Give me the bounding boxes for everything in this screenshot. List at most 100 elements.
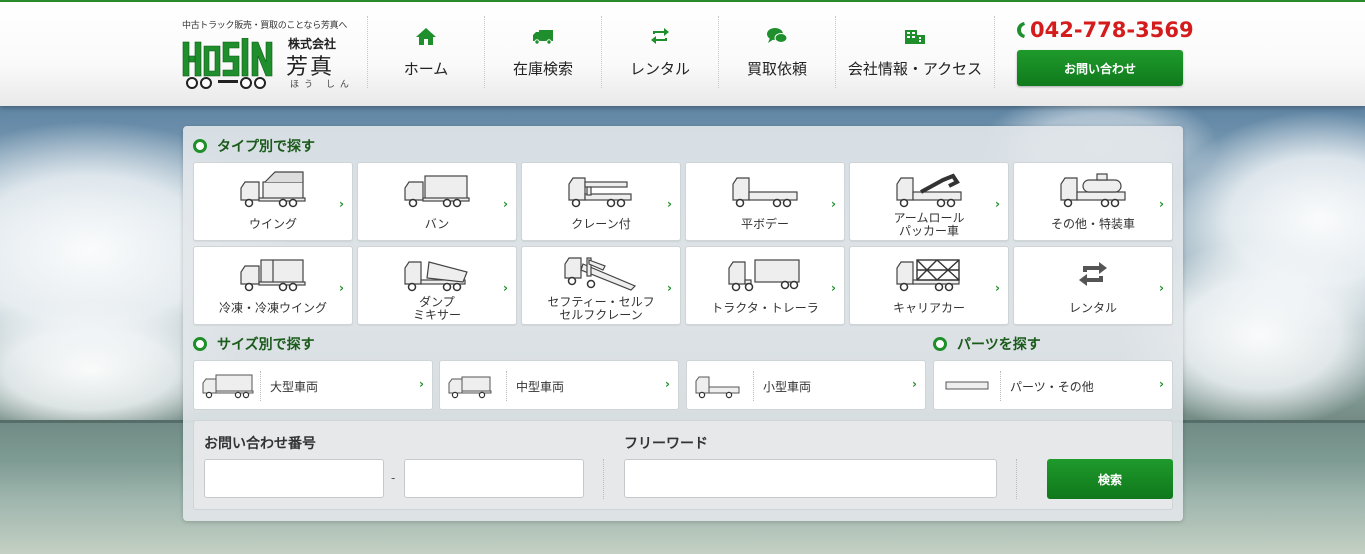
phone-icon	[1017, 22, 1025, 38]
inquiry-number-field-1[interactable]	[204, 459, 384, 498]
flatbed-truck-icon	[732, 177, 798, 208]
nav-home-label: ホーム	[403, 60, 449, 78]
parts-search-title-text: パーツを探す	[957, 337, 1041, 353]
chevron-right-icon: ›	[667, 197, 672, 211]
divider	[1016, 459, 1017, 499]
medium-truck-icon	[448, 376, 492, 399]
van-truck-icon	[404, 175, 470, 208]
divider	[260, 371, 261, 401]
nav-rental-label: レンタル	[629, 60, 690, 78]
chevron-right-icon: ›	[1159, 281, 1164, 295]
divider	[1000, 371, 1001, 401]
crane-truck-icon	[568, 177, 632, 208]
large-truck-icon	[202, 374, 254, 399]
type-tile-van[interactable]: バン ›	[357, 162, 517, 241]
chevron-right-icon: ›	[503, 281, 508, 295]
parts-tile-label: パーツ・その他	[1010, 380, 1094, 394]
company-kana: ほう しん	[290, 80, 354, 90]
chevron-right-icon: ›	[912, 377, 917, 391]
inquiry-separator: -	[391, 471, 396, 485]
type-tile-crane[interactable]: クレーン付 ›	[521, 162, 681, 241]
nav-stock-search-label: 在庫検索	[512, 60, 573, 78]
type-tile-label: ウイング	[248, 217, 297, 231]
chevron-right-icon: ›	[1159, 197, 1164, 211]
type-tile-wing[interactable]: ウイング ›	[193, 162, 353, 241]
search-panel: タイプ別で探す ウイング › バン › クレーン付 › 平ボデー › アームロー…	[183, 126, 1183, 521]
type-tile-label-line2: ミキサー	[412, 308, 461, 322]
type-tile-label: レンタル	[1068, 301, 1117, 315]
type-tile-label-line2: パッカー車	[898, 224, 959, 238]
chevron-right-icon: ›	[419, 377, 424, 391]
parts-search-title: パーツを探す	[933, 334, 1041, 354]
freeword-input[interactable]	[624, 459, 997, 498]
chevron-right-icon: ›	[995, 281, 1000, 295]
type-tile-safety-loader[interactable]: セフティー・セルフ セルフクレーン ›	[521, 246, 681, 325]
type-tile-label: トラクタ・トレーラ	[711, 301, 819, 315]
type-tile-flatbed[interactable]: 平ボデー ›	[685, 162, 845, 241]
size-tile-label: 小型車両	[763, 380, 812, 394]
contact-button[interactable]: お問い合わせ	[1017, 50, 1183, 86]
nav-rental[interactable]: レンタル	[601, 16, 718, 88]
phone-number[interactable]: 042-778-3569	[1016, 18, 1194, 42]
inquiry-number-field-2[interactable]	[404, 459, 584, 498]
chevron-right-icon: ›	[667, 281, 672, 295]
search-button[interactable]: 検索	[1047, 459, 1173, 499]
size-tile-label: 大型車両	[270, 380, 319, 394]
type-tile-refrigerated[interactable]: 冷凍・冷凍ウイング ›	[193, 246, 353, 325]
type-tile-label: その他・特装車	[1050, 217, 1135, 231]
size-tile-small[interactable]: 小型車両 ›	[686, 360, 926, 410]
type-tile-label: バン	[424, 217, 450, 231]
type-tile-label: クレーン付	[571, 217, 631, 231]
chevron-right-icon: ›	[995, 197, 1000, 211]
type-tile-dump-mixer[interactable]: ダンプ ミキサー ›	[357, 246, 517, 325]
home-icon	[416, 28, 436, 45]
special-truck-icon	[1060, 173, 1126, 208]
type-tile-label: 平ボデー	[740, 217, 789, 231]
chevron-right-icon: ›	[831, 281, 836, 295]
parts-icon	[945, 381, 989, 390]
type-tile-rental[interactable]: レンタル ›	[1013, 246, 1173, 325]
size-tile-label: 中型車両	[516, 380, 565, 394]
divider	[506, 371, 507, 401]
nav-company-access[interactable]: 会社情報・アクセス	[835, 16, 995, 88]
dump-truck-icon	[404, 261, 468, 292]
main-nav: ホーム 在庫検索 レンタル 買取依頼 会社情報・アクセス	[367, 16, 995, 88]
building-icon	[905, 30, 925, 44]
small-truck-icon	[695, 376, 740, 399]
size-search-title-text: サイズ別で探す	[217, 337, 315, 353]
parts-tile[interactable]: パーツ・その他 ›	[933, 360, 1173, 410]
rental-cycle-icon	[1079, 262, 1107, 286]
safety-loader-icon	[564, 257, 637, 291]
size-search-title: サイズ別で探す	[193, 334, 315, 354]
company-logo[interactable]: 中古トラック販売・買取のことなら芳真へ 株式会社 芳真 ほう しん	[182, 16, 362, 92]
nav-home[interactable]: ホーム	[367, 16, 484, 88]
chevron-right-icon: ›	[665, 377, 670, 391]
type-tile-car-carrier[interactable]: キャリアカー ›	[849, 246, 1009, 325]
inquiry-number-label: お問い合わせ番号	[204, 436, 316, 452]
logo-tagline: 中古トラック販売・買取のことなら芳真へ	[182, 21, 348, 31]
type-tile-armroll-packer[interactable]: アームロール パッカー車 ›	[849, 162, 1009, 241]
bullet-ring-icon	[193, 337, 207, 351]
type-tile-label: 冷凍・冷凍ウイング	[218, 301, 327, 315]
nav-purchase-request[interactable]: 買取依頼	[718, 16, 835, 88]
type-search-title-text: タイプ別で探す	[217, 139, 315, 155]
type-tile-tractor-trailer[interactable]: トラクタ・トレーラ ›	[685, 246, 845, 325]
armroll-truck-icon	[896, 173, 962, 208]
type-tile-label: キャリアカー	[892, 301, 965, 315]
size-tile-large[interactable]: 大型車両 ›	[193, 360, 433, 410]
divider	[753, 371, 754, 401]
size-tile-medium[interactable]: 中型車両 ›	[439, 360, 679, 410]
bullet-ring-icon	[933, 337, 947, 351]
freeword-label: フリーワード	[624, 436, 708, 452]
refrigerated-truck-icon	[240, 259, 306, 292]
type-search-title: タイプ別で探す	[193, 136, 315, 156]
search-form: お問い合わせ番号 - フリーワード 検索	[193, 420, 1173, 510]
nav-stock-search[interactable]: 在庫検索	[484, 16, 601, 88]
nav-company-access-label: 会社情報・アクセス	[847, 60, 983, 78]
chevron-right-icon: ›	[339, 281, 344, 295]
type-tile-special[interactable]: その他・特装車 ›	[1013, 162, 1173, 241]
tractor-trailer-icon	[728, 259, 800, 292]
chevron-right-icon: ›	[1159, 377, 1164, 391]
type-tile-label-line2: セルフクレーン	[559, 308, 643, 322]
rental-cycle-icon	[651, 28, 669, 44]
